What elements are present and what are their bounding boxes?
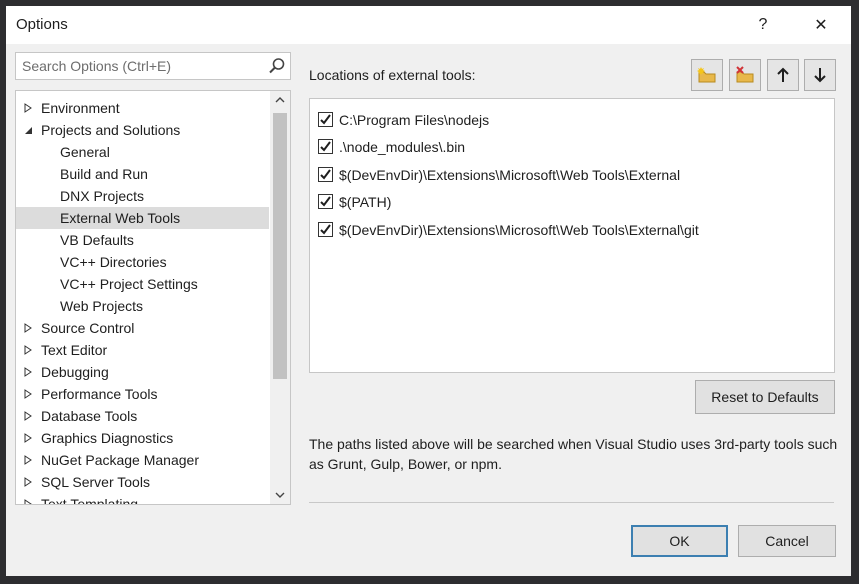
collapse-arrow-icon[interactable]: [22, 119, 34, 141]
tree-item[interactable]: Environment: [16, 97, 269, 119]
path-text: C:\Program Files\nodejs: [339, 112, 490, 128]
tree-item-label: Performance Tools: [41, 386, 158, 402]
scroll-up-button[interactable]: [270, 91, 290, 109]
expand-arrow-icon[interactable]: [22, 405, 34, 427]
tree-item[interactable]: DNX Projects: [16, 185, 269, 207]
tree-item-label: Text Templating: [41, 496, 139, 505]
expand-arrow-icon[interactable]: [22, 471, 34, 493]
tree-item[interactable]: Text Templating: [16, 493, 269, 505]
checkmark-icon: [320, 196, 331, 207]
expand-arrow-icon[interactable]: [22, 383, 34, 405]
move-down-button[interactable]: [804, 59, 836, 91]
tree-item-label: Projects and Solutions: [41, 122, 181, 138]
path-checkbox[interactable]: [318, 112, 333, 127]
tree-item[interactable]: External Web Tools: [16, 207, 269, 229]
tree-item-label: DNX Projects: [60, 188, 145, 204]
expand-arrow-icon[interactable]: [22, 449, 34, 471]
tree-scrollbar[interactable]: [270, 91, 290, 504]
tree-item-label: NuGet Package Manager: [41, 452, 199, 468]
description-text: The paths listed above will be searched …: [309, 436, 838, 472]
tree-item-label: VC++ Project Settings: [60, 276, 198, 292]
tree-item[interactable]: Debugging: [16, 361, 269, 383]
path-text: .\node_modules\.bin: [339, 139, 466, 155]
tree-item[interactable]: General: [16, 141, 269, 163]
tree-item-label: Graphics Diagnostics: [41, 430, 174, 446]
path-text: $(PATH): [339, 194, 392, 210]
tree-item-label: VC++ Directories: [60, 254, 167, 270]
path-text: $(DevEnvDir)\Extensions\Microsoft\Web To…: [339, 167, 681, 183]
new-folder-button[interactable]: [691, 59, 723, 91]
reset-to-defaults-button[interactable]: Reset to Defaults: [695, 380, 835, 414]
tree-item[interactable]: VC++ Directories: [16, 251, 269, 273]
cancel-button[interactable]: Cancel: [738, 525, 836, 557]
close-icon: ✕: [814, 17, 828, 34]
path-checkbox[interactable]: [318, 194, 333, 209]
locations-label: Locations of external tools:: [309, 67, 476, 83]
path-checkbox[interactable]: [318, 222, 333, 237]
tree-item-label: VB Defaults: [60, 232, 134, 248]
chevron-up-icon: [275, 97, 285, 103]
tree-item[interactable]: Graphics Diagnostics: [16, 427, 269, 449]
tree-item-label: Database Tools: [41, 408, 138, 424]
chevron-down-icon: [275, 492, 285, 498]
close-button[interactable]: ✕: [798, 6, 844, 44]
arrow-down-icon: [814, 68, 826, 83]
window-title: Options: [16, 16, 68, 33]
options-tree: Environment Projects and Solutions General…: [15, 90, 291, 505]
tree-item[interactable]: Performance Tools: [16, 383, 269, 405]
remove-folder-button[interactable]: [729, 59, 761, 91]
tree-item[interactable]: SQL Server Tools: [16, 471, 269, 493]
paths-list: C:\Program Files\nodejs .\node_modules\.b…: [309, 98, 835, 373]
search-icon[interactable]: [268, 57, 286, 75]
checkmark-icon: [320, 169, 331, 180]
help-icon: ?: [758, 16, 768, 33]
path-text: $(DevEnvDir)\Extensions\Microsoft\Web To…: [339, 222, 699, 238]
divider: [309, 502, 834, 503]
expand-arrow-icon[interactable]: [22, 427, 34, 449]
tree-item[interactable]: Web Projects: [16, 295, 269, 317]
tree-item-label: Web Projects: [60, 298, 143, 314]
tree-item-label: Source Control: [41, 320, 135, 336]
tree-item-label: Debugging: [41, 364, 109, 380]
help-button[interactable]: ?: [740, 6, 786, 44]
expand-arrow-icon[interactable]: [22, 339, 34, 361]
move-up-button[interactable]: [767, 59, 799, 91]
remove-folder-icon: [736, 66, 754, 83]
ok-button[interactable]: OK: [631, 525, 728, 557]
tree-item[interactable]: VC++ Project Settings: [16, 273, 269, 295]
search-box: [15, 52, 291, 80]
tree-item-label: Environment: [41, 100, 120, 116]
tree-item[interactable]: Text Editor: [16, 339, 269, 361]
tree-item[interactable]: Source Control: [16, 317, 269, 339]
tree-item[interactable]: VB Defaults: [16, 229, 269, 251]
title-bar: Options ? ✕: [6, 6, 851, 44]
expand-arrow-icon[interactable]: [22, 97, 34, 119]
tree-item-label: Build and Run: [60, 166, 148, 182]
scroll-thumb[interactable]: [273, 113, 287, 379]
path-checkbox[interactable]: [318, 167, 333, 182]
tree-item[interactable]: Build and Run: [16, 163, 269, 185]
tree-item-label: SQL Server Tools: [41, 474, 150, 490]
arrow-up-icon: [777, 67, 789, 82]
new-folder-icon: [697, 67, 716, 83]
tree-item-label: Text Editor: [41, 342, 108, 358]
tree-item[interactable]: Database Tools: [16, 405, 269, 427]
tree-item[interactable]: NuGet Package Manager: [16, 449, 269, 471]
search-input[interactable]: [16, 53, 272, 79]
checkmark-icon: [320, 224, 331, 235]
checkmark-icon: [320, 114, 331, 125]
checkmark-icon: [320, 141, 331, 152]
path-checkbox[interactable]: [318, 139, 333, 154]
options-dialog: Options ? ✕ Environment Projects and Solu…: [6, 6, 851, 576]
scroll-down-button[interactable]: [270, 486, 290, 504]
expand-arrow-icon[interactable]: [22, 361, 34, 383]
tree-item-label: General: [60, 144, 110, 160]
tree-item-label: External Web Tools: [60, 210, 181, 226]
expand-arrow-icon[interactable]: [22, 317, 34, 339]
tree-item[interactable]: Projects and Solutions: [16, 119, 269, 141]
expand-arrow-icon[interactable]: [22, 493, 34, 504]
